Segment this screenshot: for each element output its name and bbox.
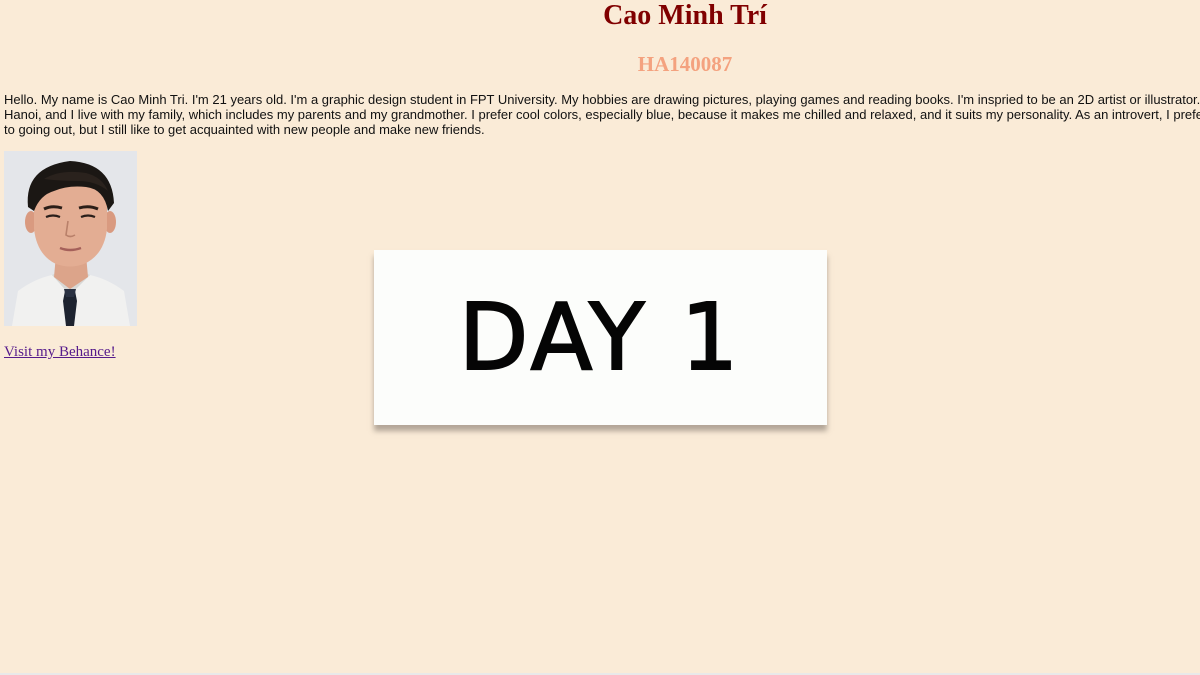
page-title: Cao Minh Trí (603, 0, 767, 31)
profile-page: Cao Minh Trí HA140087 Hello. My name is … (0, 0, 1200, 675)
bio-paragraph: Hello. My name is Cao Minh Tri. I'm 21 y… (4, 92, 1200, 137)
behance-link[interactable]: Visit my Behance! (4, 343, 116, 361)
profile-photo (4, 151, 137, 326)
day-label: DAY 1 (458, 283, 743, 391)
day-overlay-card: DAY 1 (374, 250, 827, 425)
student-id-heading: HA140087 (637, 52, 733, 76)
portrait-image (4, 151, 137, 326)
